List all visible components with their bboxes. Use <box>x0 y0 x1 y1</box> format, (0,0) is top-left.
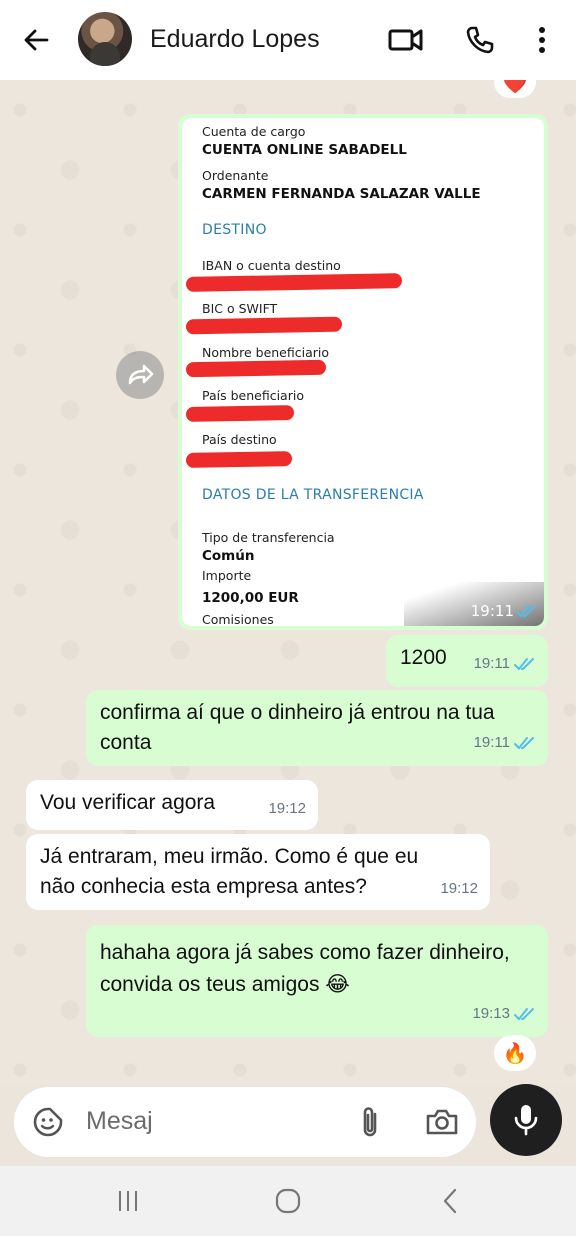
message-time: 19:11 <box>473 734 510 751</box>
message-bubble-incoming[interactable]: Já entraram, meu irmão. Como é que eu nã… <box>26 834 490 910</box>
cuenta-cargo-label: Cuenta de cargo <box>202 124 306 139</box>
camera-button[interactable] <box>422 1104 462 1140</box>
message-time: 19:13 <box>472 1005 510 1022</box>
nombre-label: Nombre beneficiario <box>202 345 330 360</box>
redaction-mark <box>185 405 295 422</box>
home-icon <box>275 1188 301 1214</box>
sticker-button[interactable] <box>30 1104 66 1140</box>
pais-beneficiario-label: País beneficiario <box>202 388 304 403</box>
recents-icon <box>119 1191 137 1211</box>
reaction-badge[interactable]: 🔥 <box>494 1035 536 1071</box>
read-ticks-icon <box>514 737 534 749</box>
pais-destino-label: País destino <box>202 432 277 447</box>
message-bubble-outgoing[interactable]: confirma aí que o dinheiro já entrou na … <box>86 690 548 766</box>
message-time: 19:12 <box>440 880 478 897</box>
importe-value: 1200,00 EUR <box>202 590 299 606</box>
message-input[interactable]: Mesaj <box>86 1107 153 1136</box>
cuenta-cargo-value: CUENTA ONLINE SABADELL <box>202 142 407 158</box>
message-time: 19:12 <box>268 800 306 817</box>
transfer-receipt-image[interactable]: Cuenta de cargo CUENTA ONLINE SABADELL O… <box>182 118 544 626</box>
ordenante-label: Ordenante <box>202 168 269 183</box>
more-vertical-icon <box>539 27 545 53</box>
more-options-button[interactable] <box>522 20 562 60</box>
paperclip-icon <box>363 1107 377 1137</box>
forward-icon <box>128 364 154 385</box>
read-ticks-icon <box>514 1008 534 1020</box>
message-meta: 19:13 <box>472 999 536 1029</box>
back-chevron-icon <box>443 1188 457 1214</box>
recents-button[interactable] <box>108 1186 148 1216</box>
arrow-left-icon <box>24 29 49 51</box>
message-text: Vou verificar agora <box>40 791 216 814</box>
read-ticks-icon <box>514 658 534 670</box>
read-ticks-icon <box>516 605 536 617</box>
message-meta: 19:12 <box>440 874 478 904</box>
forward-button[interactable] <box>116 351 164 399</box>
message-meta: 19:11 <box>474 728 536 758</box>
redaction-mark <box>185 359 327 378</box>
tipo-value: Común <box>202 548 255 564</box>
tipo-label: Tipo de transferencia <box>202 530 335 545</box>
chat-area[interactable]: ❤️ Cuenta de cargo CUENTA ONLINE SABADEL… <box>0 80 576 1085</box>
message-composer: Mesaj <box>14 1087 476 1157</box>
message-text: confirma aí que o dinheiro já entrou na … <box>100 701 495 754</box>
datos-heading: DATOS DE LA TRANSFERENCIA <box>202 487 424 503</box>
message-bubble-incoming[interactable]: Vou verificar agora 19:12 <box>26 780 318 830</box>
comisiones-label: Comisiones <box>202 612 274 626</box>
system-back-button[interactable] <box>430 1186 470 1216</box>
heart-reaction: ❤️ <box>502 80 528 95</box>
system-navigation-bar <box>0 1166 576 1236</box>
redaction-mark <box>185 451 293 468</box>
message-time: 19:11 <box>470 602 514 620</box>
video-call-button[interactable] <box>386 20 426 60</box>
video-camera-icon <box>388 29 423 51</box>
phone-icon <box>466 26 494 54</box>
message-meta: 19:12 <box>268 794 306 824</box>
chat-header: Eduardo Lopes <box>0 0 576 80</box>
avatar[interactable] <box>78 12 132 66</box>
contact-name[interactable]: Eduardo Lopes <box>150 25 320 54</box>
fire-reaction: 🔥 <box>502 1042 528 1065</box>
microphone-icon <box>514 1105 538 1136</box>
message-text: Já entraram, meu irmão. Como é que eu nã… <box>40 845 419 898</box>
message-bubble-outgoing[interactable]: 1200 19:11 <box>386 635 548 687</box>
redaction-mark <box>185 316 343 335</box>
attach-button[interactable] <box>352 1104 388 1140</box>
importe-label: Importe <box>202 568 252 583</box>
back-button[interactable] <box>18 22 54 58</box>
iban-label: IBAN o cuenta destino <box>202 258 341 273</box>
redaction-mark <box>185 273 403 292</box>
message-bubble-outgoing[interactable]: hahaha agora já sabes como fazer dinheir… <box>86 925 548 1037</box>
home-button[interactable] <box>268 1186 308 1216</box>
voice-message-button[interactable] <box>490 1084 562 1156</box>
ordenante-value: CARMEN FERNANDA SALAZAR VALLE <box>202 186 481 202</box>
message-meta: 19:11 <box>474 649 536 679</box>
bic-label: BIC o SWIFT <box>202 301 278 316</box>
message-time: 19:11 <box>473 655 510 672</box>
image-message[interactable]: Cuenta de cargo CUENTA ONLINE SABADELL O… <box>178 114 548 630</box>
reaction-badge[interactable]: ❤️ <box>494 80 536 98</box>
sticker-icon <box>33 1107 63 1137</box>
destino-heading: DESTINO <box>202 222 267 238</box>
message-text: hahaha agora já sabes como fazer dinheir… <box>100 941 510 996</box>
camera-icon <box>426 1109 458 1135</box>
voice-call-button[interactable] <box>460 20 500 60</box>
